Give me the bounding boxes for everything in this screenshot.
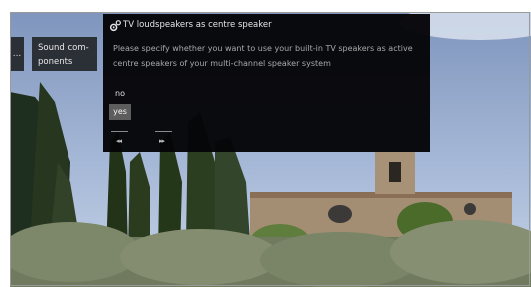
forward-divider [155,131,172,132]
sound-components-label: Sound com- ponents [38,43,89,67]
dialog-message: Please specify whether you want to use y… [113,44,413,68]
back-arrow-icon[interactable]: ◂◂ [116,137,122,145]
previous-menu-label: ... [12,49,22,59]
option-no[interactable]: no [109,86,131,102]
forward-arrow-icon[interactable]: ▸▸ [159,137,165,145]
previous-menu-tab[interactable]: ... [10,37,24,71]
sound-components-menu-item[interactable]: Sound com- ponents [32,37,97,71]
settings-dialog: TV loudspeakers as centre speaker Please… [103,14,430,152]
option-yes[interactable]: yes [109,104,131,120]
back-divider [111,131,128,132]
gear-icon [109,20,121,32]
dialog-title: TV loudspeakers as centre speaker [123,20,272,30]
